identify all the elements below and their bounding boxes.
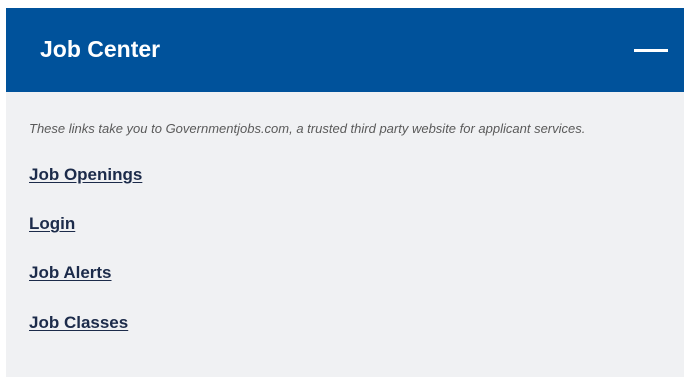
job-openings-link[interactable]: Job Openings	[29, 165, 142, 184]
list-item: Job Classes	[29, 313, 128, 333]
login-link[interactable]: Login	[29, 214, 75, 233]
list-item: Job Alerts	[29, 263, 112, 283]
panel-body: These links take you to Governmentjobs.c…	[6, 92, 684, 377]
panel-header[interactable]: Job Center	[6, 8, 684, 92]
collapse-toggle-button[interactable]	[614, 8, 684, 92]
job-center-panel: Job Center These links take you to Gover…	[6, 8, 684, 377]
job-alerts-link[interactable]: Job Alerts	[29, 263, 112, 282]
job-classes-link[interactable]: Job Classes	[29, 313, 128, 332]
list-item: Login	[29, 214, 75, 234]
third-party-note: These links take you to Governmentjobs.c…	[29, 121, 586, 136]
list-item: Job Openings	[29, 165, 142, 185]
minus-icon	[634, 49, 668, 52]
panel-title: Job Center	[40, 36, 161, 62]
